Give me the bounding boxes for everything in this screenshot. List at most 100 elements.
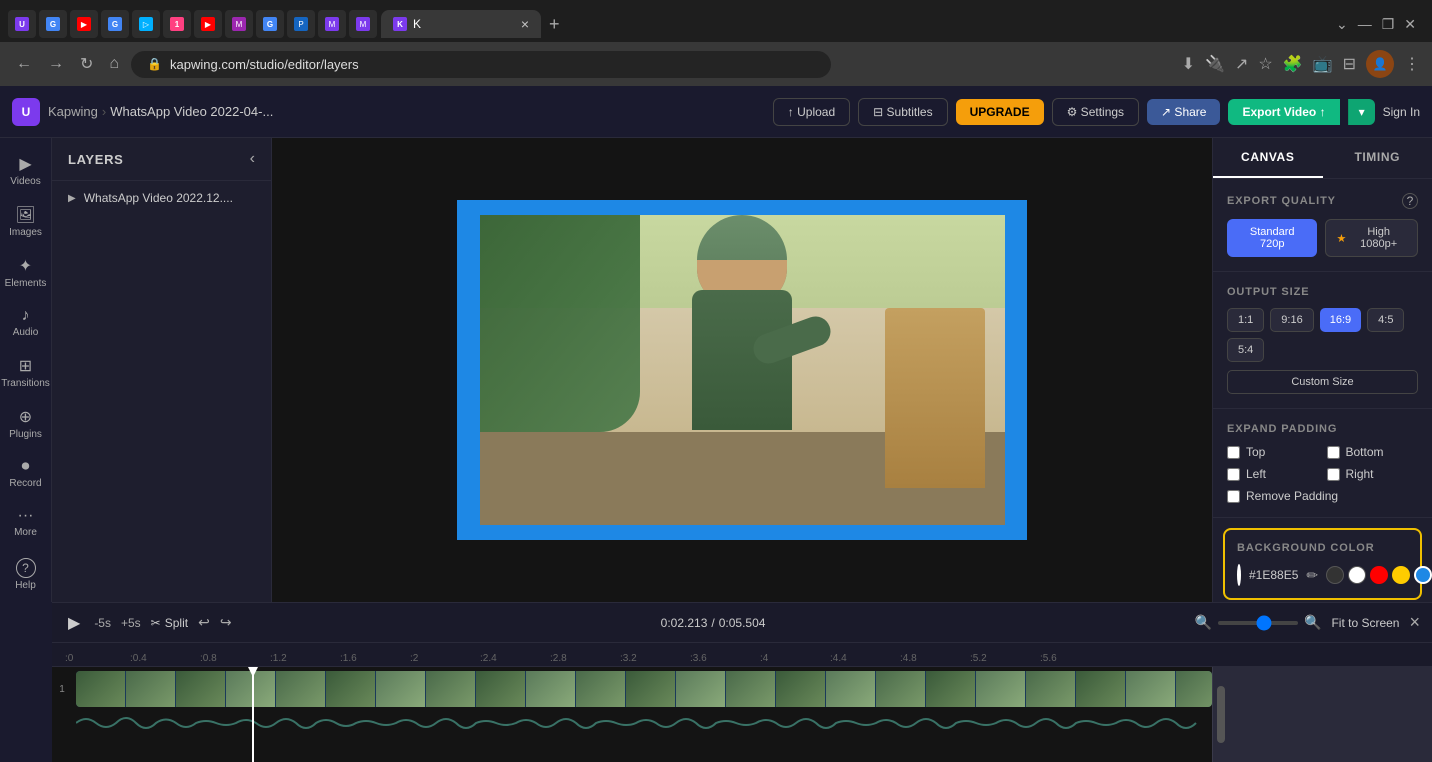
canvas-background[interactable] [457, 200, 1027, 540]
pinned-tab-3[interactable]: ▶ [70, 10, 98, 38]
color-picker-icon[interactable]: ✏ [1306, 567, 1318, 584]
swatch-white[interactable] [1348, 566, 1366, 584]
zoom-out-icon[interactable]: 🔍 [1195, 614, 1212, 631]
sidebar-item-transitions[interactable]: ⊞ Transitions [2, 348, 50, 397]
timeline-close-button[interactable]: × [1409, 612, 1420, 633]
quality-high-button[interactable]: ★ High 1080p+ [1325, 219, 1418, 257]
menu-icon[interactable]: ⋮ [1404, 54, 1420, 74]
padding-left-checkbox[interactable]: Left [1227, 467, 1319, 481]
profile-avatar[interactable]: 👤 [1366, 50, 1394, 78]
custom-size-button[interactable]: Custom Size [1227, 370, 1418, 394]
pinned-tab-12[interactable]: M [349, 10, 377, 38]
padding-bottom-checkbox[interactable]: Bottom [1327, 445, 1419, 459]
breadcrumb-root[interactable]: Kapwing [48, 104, 98, 119]
quality-standard-button[interactable]: Standard 720p [1227, 219, 1317, 257]
pinned-tab-10[interactable]: P [287, 10, 315, 38]
sidebar-item-help[interactable]: ? Help [2, 550, 50, 599]
fit-screen-button[interactable]: Fit to Screen [1331, 616, 1399, 630]
upload-button[interactable]: ↑ Upload [773, 98, 850, 126]
download-icon[interactable]: ⬇ [1182, 54, 1195, 74]
pinned-tab-9[interactable]: G [256, 10, 284, 38]
share-toolbar-icon[interactable]: ↗ [1235, 54, 1248, 74]
export-dropdown-button[interactable]: ▾ [1348, 99, 1375, 125]
size-4-5-button[interactable]: 4:5 [1367, 308, 1404, 332]
skip-forward-button[interactable]: +5s [121, 616, 141, 630]
pinned-tab-11[interactable]: M [318, 10, 346, 38]
export-button[interactable]: Export Video ↑ [1228, 99, 1339, 125]
current-color-swatch[interactable] [1237, 564, 1241, 586]
tab-timing[interactable]: TIMING [1323, 138, 1432, 178]
subtitles-button[interactable]: ⊟ Subtitles [858, 98, 947, 126]
undo-button[interactable]: ↩ [198, 614, 210, 631]
video-track[interactable] [76, 671, 1212, 707]
sidebar-item-record[interactable]: ⏺ Record [2, 450, 50, 497]
remove-padding-input[interactable] [1227, 490, 1240, 503]
padding-top-checkbox[interactable]: Top [1227, 445, 1319, 459]
nav-refresh-button[interactable]: ↻ [76, 50, 97, 78]
cast-icon[interactable]: 📺 [1313, 54, 1333, 74]
playhead[interactable] [252, 667, 254, 762]
bookmark-icon[interactable]: ☆ [1258, 54, 1272, 74]
signin-button[interactable]: Sign In [1383, 105, 1420, 119]
redo-button[interactable]: ↪ [220, 614, 232, 631]
size-16-9-button[interactable]: 16:9 [1320, 308, 1361, 332]
nav-back-button[interactable]: ← [12, 51, 36, 77]
tab-expand-icon[interactable]: ⌄ [1336, 16, 1348, 33]
size-9-16-button[interactable]: 9:16 [1270, 308, 1313, 332]
videos-label: Videos [10, 176, 40, 187]
pinned-tab-7[interactable]: ▶ [194, 10, 222, 38]
timeline-scrollbar[interactable] [1212, 667, 1432, 762]
sidebar-item-videos[interactable]: ▶ Videos [2, 146, 50, 195]
zoom-in-icon[interactable]: 🔍 [1304, 614, 1321, 631]
play-button[interactable]: ▶ [64, 609, 84, 637]
pinned-tab-4[interactable]: G [101, 10, 129, 38]
settings-button[interactable]: ⚙ Settings [1052, 98, 1139, 126]
extension-icon[interactable]: 🔌 [1205, 54, 1225, 74]
zoom-slider[interactable] [1218, 621, 1298, 625]
sidebar-item-more[interactable]: ··· More [2, 499, 50, 546]
export-quality-help-icon[interactable]: ? [1402, 193, 1418, 209]
pinned-tab-1[interactable]: U [8, 10, 36, 38]
sidebar-item-elements[interactable]: ✦ Elements [2, 248, 50, 297]
upgrade-button[interactable]: UPGRADE [956, 99, 1044, 125]
tab-close-window-icon[interactable]: ✕ [1404, 16, 1416, 33]
size-1-1-button[interactable]: 1:1 [1227, 308, 1264, 332]
swatch-red[interactable] [1370, 566, 1388, 584]
app-logo[interactable]: U [12, 98, 40, 126]
nav-home-button[interactable]: ⌂ [105, 51, 123, 77]
address-bar[interactable]: 🔒 kapwing.com/studio/editor/layers [131, 51, 831, 78]
tab-restore-icon[interactable]: ❐ [1382, 16, 1395, 33]
extensions-icon[interactable]: 🧩 [1283, 54, 1303, 74]
split-button[interactable]: ✂ Split [151, 616, 188, 630]
padding-bottom-input[interactable] [1327, 446, 1340, 459]
size-5-4-button[interactable]: 5:4 [1227, 338, 1264, 362]
padding-right-input[interactable] [1327, 468, 1340, 481]
scrollbar-thumb[interactable] [1217, 686, 1225, 743]
swatch-blue[interactable] [1414, 566, 1432, 584]
skip-back-button[interactable]: -5s [94, 616, 111, 630]
padding-top-input[interactable] [1227, 446, 1240, 459]
sidebar-item-images[interactable]: 🖼 Images [2, 197, 50, 246]
padding-right-checkbox[interactable]: Right [1327, 467, 1419, 481]
new-tab-button[interactable]: + [541, 10, 568, 39]
sidebar-toggle-icon[interactable]: ⊟ [1343, 54, 1356, 74]
canvas-video[interactable] [480, 215, 1005, 525]
tab-close-icon[interactable]: × [521, 16, 529, 32]
nav-forward-button[interactable]: → [44, 51, 68, 77]
pinned-tab-5[interactable]: ▷ [132, 10, 160, 38]
tab-minimize-icon[interactable]: — [1358, 16, 1372, 32]
tab-canvas[interactable]: CANVAS [1213, 138, 1323, 178]
padding-left-input[interactable] [1227, 468, 1240, 481]
sidebar-item-audio[interactable]: ♪ Audio [2, 299, 50, 346]
layers-collapse-icon[interactable]: ‹ [250, 150, 255, 168]
swatch-dark[interactable] [1326, 566, 1344, 584]
pinned-tab-2[interactable]: G [39, 10, 67, 38]
sidebar-item-plugins[interactable]: ⊕ Plugins [2, 399, 50, 448]
swatch-yellow[interactable] [1392, 566, 1410, 584]
pinned-tab-8[interactable]: M [225, 10, 253, 38]
share-button[interactable]: ↗ Share [1147, 99, 1220, 125]
layer-item-1[interactable]: ▶ WhatsApp Video 2022.12.... [52, 181, 271, 215]
remove-padding-checkbox[interactable]: Remove Padding [1227, 489, 1418, 503]
active-tab[interactable]: K K × [381, 10, 541, 38]
pinned-tab-6[interactable]: 1 [163, 10, 191, 38]
